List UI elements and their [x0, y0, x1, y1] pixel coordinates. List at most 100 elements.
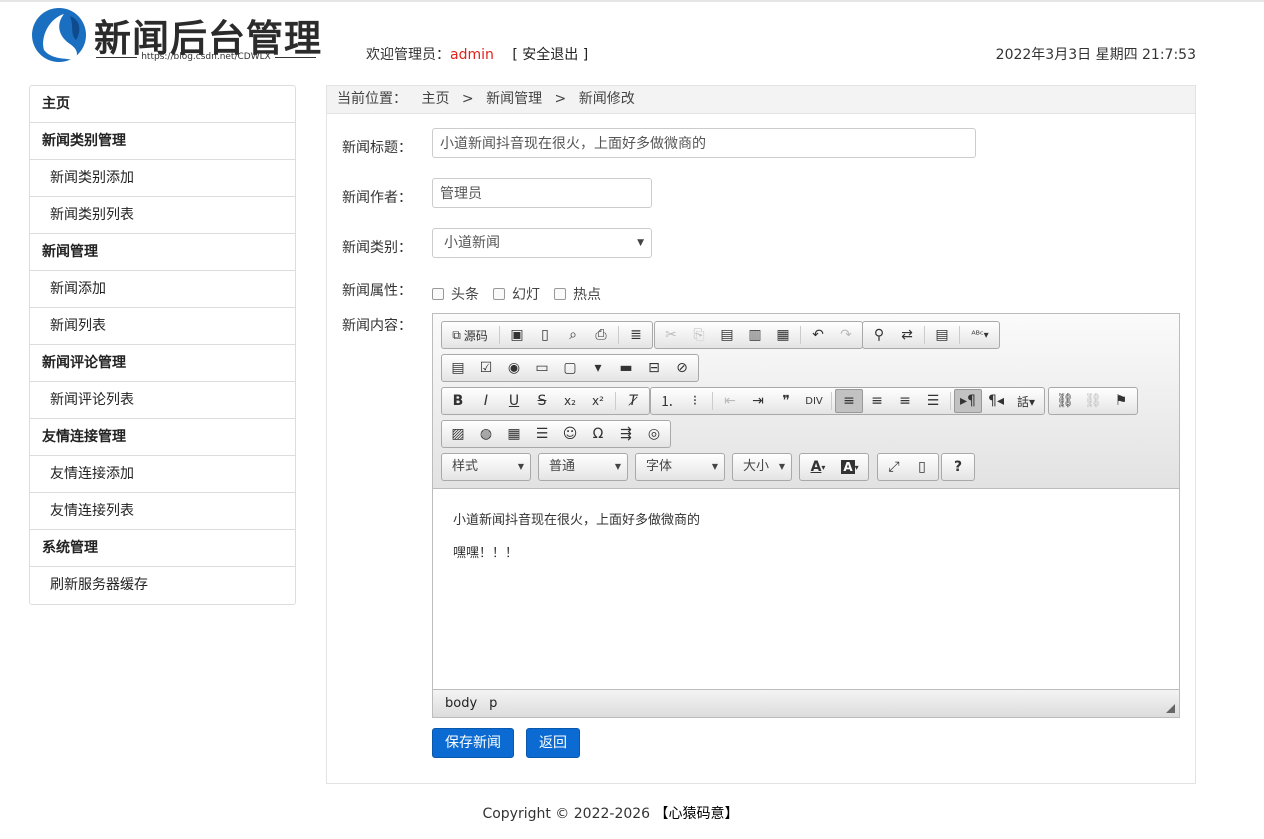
back-button[interactable]: 返回 [526, 728, 580, 758]
anchor-icon[interactable]: ⚑ [1107, 389, 1135, 413]
new-page-icon[interactable]: ▯ [531, 323, 559, 347]
sidebar-group-system[interactable]: 系统管理 [30, 530, 295, 567]
find-icon[interactable]: ⚲ [865, 323, 893, 347]
copy-icon[interactable]: ⎘ [685, 323, 713, 347]
path-p[interactable]: p [489, 696, 497, 711]
source-button[interactable]: ⧉ 源码 [444, 323, 496, 347]
toolbar-group-find: ⚲ ⇄ ▤ ᴬᴮᶜ▾ [862, 321, 1000, 349]
numbered-list-icon[interactable]: ⒈ [653, 389, 681, 413]
textarea-icon[interactable]: ▢ [556, 356, 584, 380]
link-icon[interactable]: ⛓ [1051, 389, 1079, 413]
checkbox-field-icon[interactable]: ☑ [472, 356, 500, 380]
button-field-icon[interactable]: ▬ [612, 356, 640, 380]
toolbar-group-paragraph: ⒈ ⁝ ⇤ ⇥ ❞ DIV ≡ ≡ ≡ ☰ ▸¶ ¶◂ 話▾ [650, 387, 1045, 415]
font-combo[interactable]: 字体 ▼ [635, 453, 725, 481]
paste-word-icon[interactable]: ▦ [769, 323, 797, 347]
sidebar-group-links[interactable]: 友情连接管理 [30, 419, 295, 456]
language-icon[interactable]: 話▾ [1010, 389, 1042, 413]
sidebar-item-links-add[interactable]: 友情连接添加 [30, 456, 295, 493]
resize-handle-icon[interactable] [1166, 704, 1175, 713]
show-blocks-icon[interactable]: ▯ [908, 455, 936, 479]
subscript-icon[interactable]: x₂ [556, 389, 584, 413]
path-body[interactable]: body [445, 696, 477, 711]
text-color-icon[interactable]: A ▾ [802, 455, 834, 479]
iframe-icon[interactable]: ◎ [640, 422, 668, 446]
sidebar-group-news[interactable]: 新闻管理 [30, 234, 295, 271]
attr-slide-checkbox[interactable]: 幻灯 [493, 284, 540, 304]
textfield-icon[interactable]: ▭ [528, 356, 556, 380]
format-combo[interactable]: 普通 ▼ [538, 453, 628, 481]
sidebar-item-home[interactable]: 主页 [30, 86, 295, 123]
help-icon[interactable]: ? [944, 455, 972, 479]
checkbox-icon [432, 288, 444, 300]
paste-icon[interactable]: ▤ [713, 323, 741, 347]
sidebar-item-category-list[interactable]: 新闻类别列表 [30, 197, 295, 234]
breadcrumb-news[interactable]: 新闻管理 [486, 91, 542, 107]
select-field-icon[interactable]: ▾ [584, 356, 612, 380]
print-icon[interactable]: ⎙ [587, 323, 615, 347]
special-char-icon[interactable]: Ω [584, 422, 612, 446]
redo-icon[interactable]: ↷ [832, 323, 860, 347]
logout-link[interactable]: [ 安全退出 ] [512, 47, 588, 63]
type-select[interactable]: 小道新闻 ▼ [432, 228, 652, 258]
image-icon[interactable]: ▨ [444, 422, 472, 446]
sidebar-item-news-list[interactable]: 新闻列表 [30, 308, 295, 345]
spellcheck-icon[interactable]: ᴬᴮᶜ▾ [963, 323, 997, 347]
page-break-icon[interactable]: ⇶ [612, 422, 640, 446]
flash-icon[interactable]: ◍ [472, 422, 500, 446]
unlink-icon[interactable]: ⛓ [1079, 389, 1107, 413]
outdent-icon[interactable]: ⇤ [716, 389, 744, 413]
align-center-icon[interactable]: ≡ [863, 389, 891, 413]
sidebar: 主页 新闻类别管理 新闻类别添加 新闻类别列表 新闻管理 新闻添加 新闻列表 新… [29, 85, 296, 605]
hidden-field-icon[interactable]: ⊘ [668, 356, 696, 380]
maximize-icon[interactable]: ⤢ [880, 455, 908, 479]
strike-icon[interactable]: S [528, 389, 556, 413]
attr-headline-checkbox[interactable]: 头条 [432, 284, 479, 304]
select-all-icon[interactable]: ▤ [928, 323, 956, 347]
title-input[interactable] [432, 128, 976, 158]
paste-text-icon[interactable]: ▥ [741, 323, 769, 347]
image-button-icon[interactable]: ⊟ [640, 356, 668, 380]
bold-icon[interactable]: B [444, 389, 472, 413]
align-right-icon[interactable]: ≡ [891, 389, 919, 413]
smiley-icon[interactable]: ☺ [556, 422, 584, 446]
editor-content[interactable]: 小道新闻抖音现在很火，上面好多做微商的 嘿嘿！！！ [433, 489, 1179, 689]
sidebar-group-category[interactable]: 新闻类别管理 [30, 123, 295, 160]
rtl-icon[interactable]: ¶◂ [982, 389, 1010, 413]
style-combo[interactable]: 样式 ▼ [441, 453, 531, 481]
save-icon[interactable]: ▣ [503, 323, 531, 347]
preview-icon[interactable]: ⌕ [559, 323, 587, 347]
attr-hot-checkbox[interactable]: 热点 [554, 284, 601, 304]
bulleted-list-icon[interactable]: ⁝ [681, 389, 709, 413]
underline-icon[interactable]: U [500, 389, 528, 413]
sidebar-item-refresh-cache[interactable]: 刷新服务器缓存 [30, 567, 295, 604]
horizontal-rule-icon[interactable]: ☰ [528, 422, 556, 446]
replace-icon[interactable]: ⇄ [893, 323, 921, 347]
size-combo[interactable]: 大小 ▼ [732, 453, 792, 481]
templates-icon[interactable]: ≣ [622, 323, 650, 347]
italic-icon[interactable]: I [472, 389, 500, 413]
radio-icon[interactable]: ◉ [500, 356, 528, 380]
save-news-button[interactable]: 保存新闻 [432, 728, 514, 758]
sidebar-item-news-add[interactable]: 新闻添加 [30, 271, 295, 308]
undo-icon[interactable]: ↶ [804, 323, 832, 347]
ltr-icon[interactable]: ▸¶ [954, 389, 982, 413]
table-icon[interactable]: ▦ [500, 422, 528, 446]
superscript-icon[interactable]: x² [584, 389, 612, 413]
sidebar-item-comment-list[interactable]: 新闻评论列表 [30, 382, 295, 419]
remove-format-icon[interactable]: T̷ [619, 389, 647, 413]
bg-color-icon[interactable]: A ▾ [834, 455, 866, 479]
justify-icon[interactable]: ☰ [919, 389, 947, 413]
blockquote-icon[interactable]: ❞ [772, 389, 800, 413]
cut-icon[interactable]: ✂ [657, 323, 685, 347]
logo[interactable]: 新闻后台管理 https://blog.csdn.net/CDWLX [30, 6, 321, 66]
div-container-icon[interactable]: DIV [800, 389, 828, 413]
author-input[interactable] [432, 178, 652, 208]
breadcrumb-home[interactable]: 主页 [421, 91, 449, 107]
sidebar-item-category-add[interactable]: 新闻类别添加 [30, 160, 295, 197]
indent-icon[interactable]: ⇥ [744, 389, 772, 413]
sidebar-item-links-list[interactable]: 友情连接列表 [30, 493, 295, 530]
align-left-icon[interactable]: ≡ [835, 389, 863, 413]
sidebar-group-comment[interactable]: 新闻评论管理 [30, 345, 295, 382]
form-icon[interactable]: ▤ [444, 356, 472, 380]
